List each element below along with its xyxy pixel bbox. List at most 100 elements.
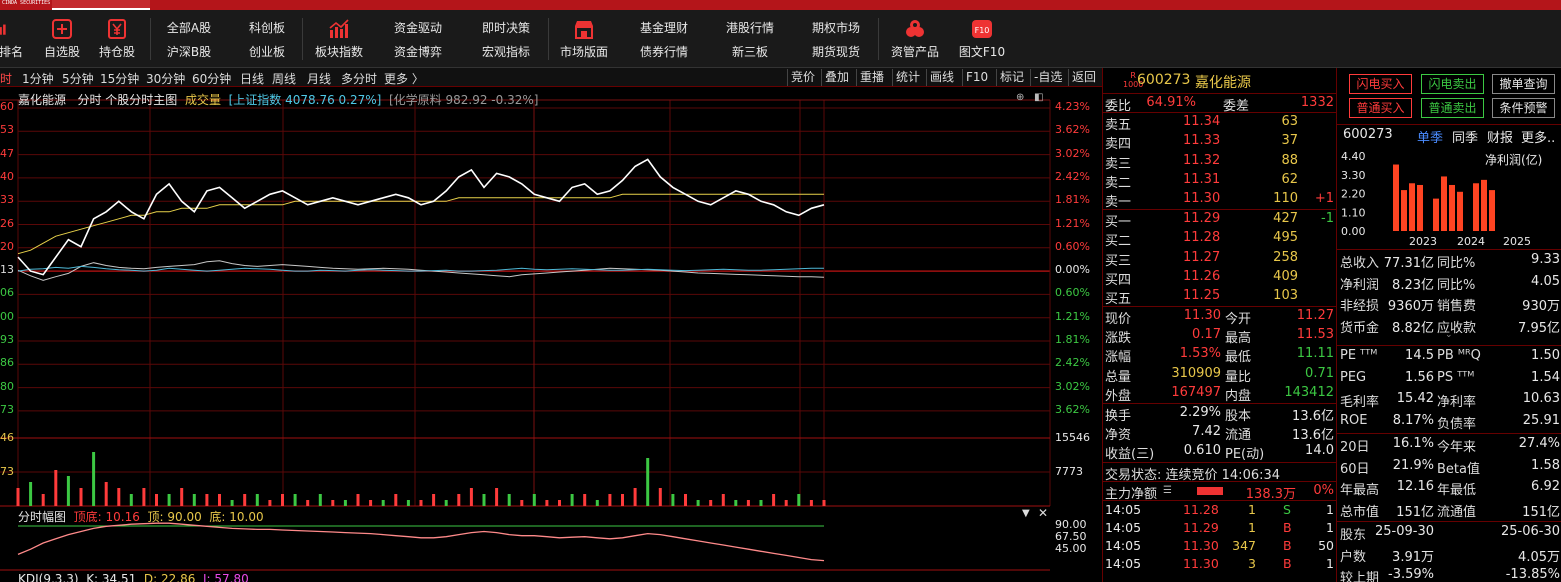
tool-button[interactable]: 统计 <box>892 69 923 86</box>
main-flow-row: 主力净额 ☰ 138.3万 0% <box>1103 482 1336 502</box>
flash-sell-button[interactable]: 闪电卖出 <box>1421 74 1484 94</box>
tick-time: 14:05 <box>1105 537 1142 553</box>
collapse-icon[interactable]: ◧ <box>1034 92 1043 103</box>
period-tab[interactable]: 30分钟 <box>146 70 185 87</box>
tab-single-quarter[interactable]: 单季 <box>1417 127 1443 146</box>
order-book-row[interactable]: 卖三 11.32 88 <box>1103 152 1336 172</box>
book-level: 卖三 <box>1105 156 1132 172</box>
period-tab[interactable]: 1分钟 <box>22 70 54 87</box>
order-book-row[interactable]: 卖一 11.30 110 +1 <box>1103 190 1336 210</box>
tool-button[interactable]: 返回 <box>1068 69 1099 86</box>
tool-button[interactable]: 画线 <box>926 69 957 86</box>
order-book-row[interactable]: 买三 11.27 258 <box>1103 249 1336 269</box>
tool-button[interactable]: 重播 <box>856 69 887 86</box>
period-tab[interactable]: 60分钟 <box>192 70 231 87</box>
normal-buy-button[interactable]: 普通买入 <box>1349 98 1412 118</box>
fund-button[interactable]: 基金理财 <box>638 16 690 40</box>
order-book-row[interactable]: 买二 11.28 495 <box>1103 229 1336 249</box>
holdings-button[interactable]: 持仓股 <box>95 10 139 68</box>
sh-sz-b-button[interactable]: 沪深B股 <box>163 40 215 64</box>
market-board-button[interactable]: 市场版面 <box>556 10 612 68</box>
watchlist-button[interactable]: 自选股 <box>40 10 84 68</box>
order-book-row[interactable]: 卖四 11.33 37 <box>1103 132 1336 152</box>
expand-chevron-icon[interactable]: ⌄ <box>1445 330 1453 340</box>
tab-same-quarter[interactable]: 同季 <box>1452 127 1478 146</box>
tool-button[interactable]: 标记 <box>996 69 1027 86</box>
volume-bar <box>281 494 284 506</box>
fin-label: 毛利率 <box>1340 395 1380 410</box>
tick-row: 14:05 11.30 3 B 1 <box>1103 555 1336 573</box>
capital-drive-button[interactable]: 资金驱动 <box>390 16 446 40</box>
bond-button[interactable]: 债券行情 <box>638 40 690 64</box>
period-tab[interactable]: 日线 <box>240 70 264 87</box>
volume-bar <box>394 494 398 506</box>
neeq-button[interactable]: 新三板 <box>724 40 776 64</box>
period-tab[interactable]: 多分时 <box>341 70 377 87</box>
cancel-query-button[interactable]: 撤单查询 <box>1492 74 1555 94</box>
instant-decision-button[interactable]: 即时决策 <box>478 16 534 40</box>
intraday-chart[interactable]: 嘉化能源 分时 个股分时主图 成交量 [上证指数 4078.76 0.27%] … <box>0 88 1102 582</box>
tab-report[interactable]: 财报 <box>1487 127 1513 146</box>
menu-icon[interactable]: ☰ <box>1163 485 1172 496</box>
dropdown-icon[interactable]: ▼ <box>1022 508 1030 519</box>
volume-bar <box>41 494 45 506</box>
fin-value: 1.54 <box>1531 369 1560 385</box>
period-tab[interactable]: 月线 <box>307 70 331 87</box>
zoom-in-icon[interactable]: ⊕ <box>1016 92 1024 103</box>
star-market-button[interactable]: 科创板 <box>245 16 289 40</box>
order-book-row[interactable]: 卖二 11.31 62 <box>1103 171 1336 191</box>
tab-more[interactable]: 更多.. <box>1521 127 1555 146</box>
book-qty: 110 <box>1273 190 1298 206</box>
order-book-row[interactable]: 买四 11.26 409 <box>1103 268 1336 288</box>
gem-button[interactable]: 创业板 <box>245 40 289 64</box>
volume-bar <box>469 488 473 506</box>
normal-sell-button[interactable]: 普通卖出 <box>1421 98 1484 118</box>
flash-buy-button[interactable]: 闪电买入 <box>1349 74 1412 94</box>
volume-bar <box>117 488 121 506</box>
stat-value: 167497 <box>1171 384 1221 400</box>
book-qty: 258 <box>1273 249 1298 265</box>
pct-tick-label: 1.81% <box>1055 333 1090 346</box>
tool-button[interactable]: 叠加 <box>821 69 852 86</box>
condition-alert-button[interactable]: 条件预警 <box>1492 98 1555 118</box>
fin-label: 同比% <box>1437 277 1476 293</box>
stat-row: 总量 310909 量比 0.71 <box>1103 365 1336 385</box>
tool-button[interactable]: -自选 <box>1030 69 1065 86</box>
options-market-button[interactable]: 期权市场 <box>810 16 862 40</box>
tick-side: B <box>1283 555 1292 571</box>
f10-icon: F10 <box>972 20 992 38</box>
order-book-row[interactable]: 卖五 11.34 63 <box>1103 113 1336 133</box>
period-tab[interactable]: 周线 <box>272 70 296 87</box>
asset-mgmt-button[interactable]: 资管产品 <box>888 10 942 68</box>
period-tab[interactable]: 5分钟 <box>62 70 94 87</box>
price-tick-label: 60 <box>0 100 14 113</box>
close-icon[interactable]: ✕ <box>1038 506 1048 520</box>
capital-game-button[interactable]: 资金博弈 <box>390 40 446 64</box>
volume-bar <box>809 500 813 506</box>
period-tab[interactable]: 15分钟 <box>100 70 139 87</box>
hk-market-button[interactable]: 港股行情 <box>724 16 776 40</box>
tick-price: 11.30 <box>1183 555 1219 571</box>
order-book-row[interactable]: 买一 11.29 427 -1 <box>1103 210 1336 230</box>
tool-button[interactable]: 竞价 <box>787 69 818 86</box>
order-book-row[interactable]: 买五 11.25 103 <box>1103 287 1336 307</box>
sector-index-button[interactable]: 板块指数 <box>312 10 366 68</box>
volume-bar <box>684 494 687 506</box>
period-tab[interactable]: 更多 〉 <box>384 70 424 87</box>
book-level: 卖二 <box>1105 175 1132 191</box>
bar-chart-icon <box>329 19 349 38</box>
rank-button[interactable]: 排名 <box>0 10 24 68</box>
stat-label: 净资 <box>1105 428 1132 444</box>
finance-code: 600273 <box>1343 127 1393 142</box>
all-a-button[interactable]: 全部A股 <box>163 16 215 40</box>
macro-indicator-button[interactable]: 宏观指标 <box>478 40 534 64</box>
tick-list[interactable]: 14:05 11.28 1 S 1 14:05 11.29 1 B 1 14:05 11.30 347 B… <box>1103 501 1336 573</box>
pct-tick-label: 3.62% <box>1055 123 1090 137</box>
tool-button[interactable]: F10 <box>962 69 991 86</box>
fin-label: 总收入 <box>1340 256 1380 271</box>
active-window-tab[interactable] <box>52 0 150 10</box>
stat-value: 14.0 <box>1305 443 1334 459</box>
futures-button[interactable]: 期货现货 <box>810 40 862 64</box>
f10-button[interactable]: F10 图文F10 <box>954 10 1010 68</box>
period-tab[interactable]: 时 <box>0 70 12 87</box>
